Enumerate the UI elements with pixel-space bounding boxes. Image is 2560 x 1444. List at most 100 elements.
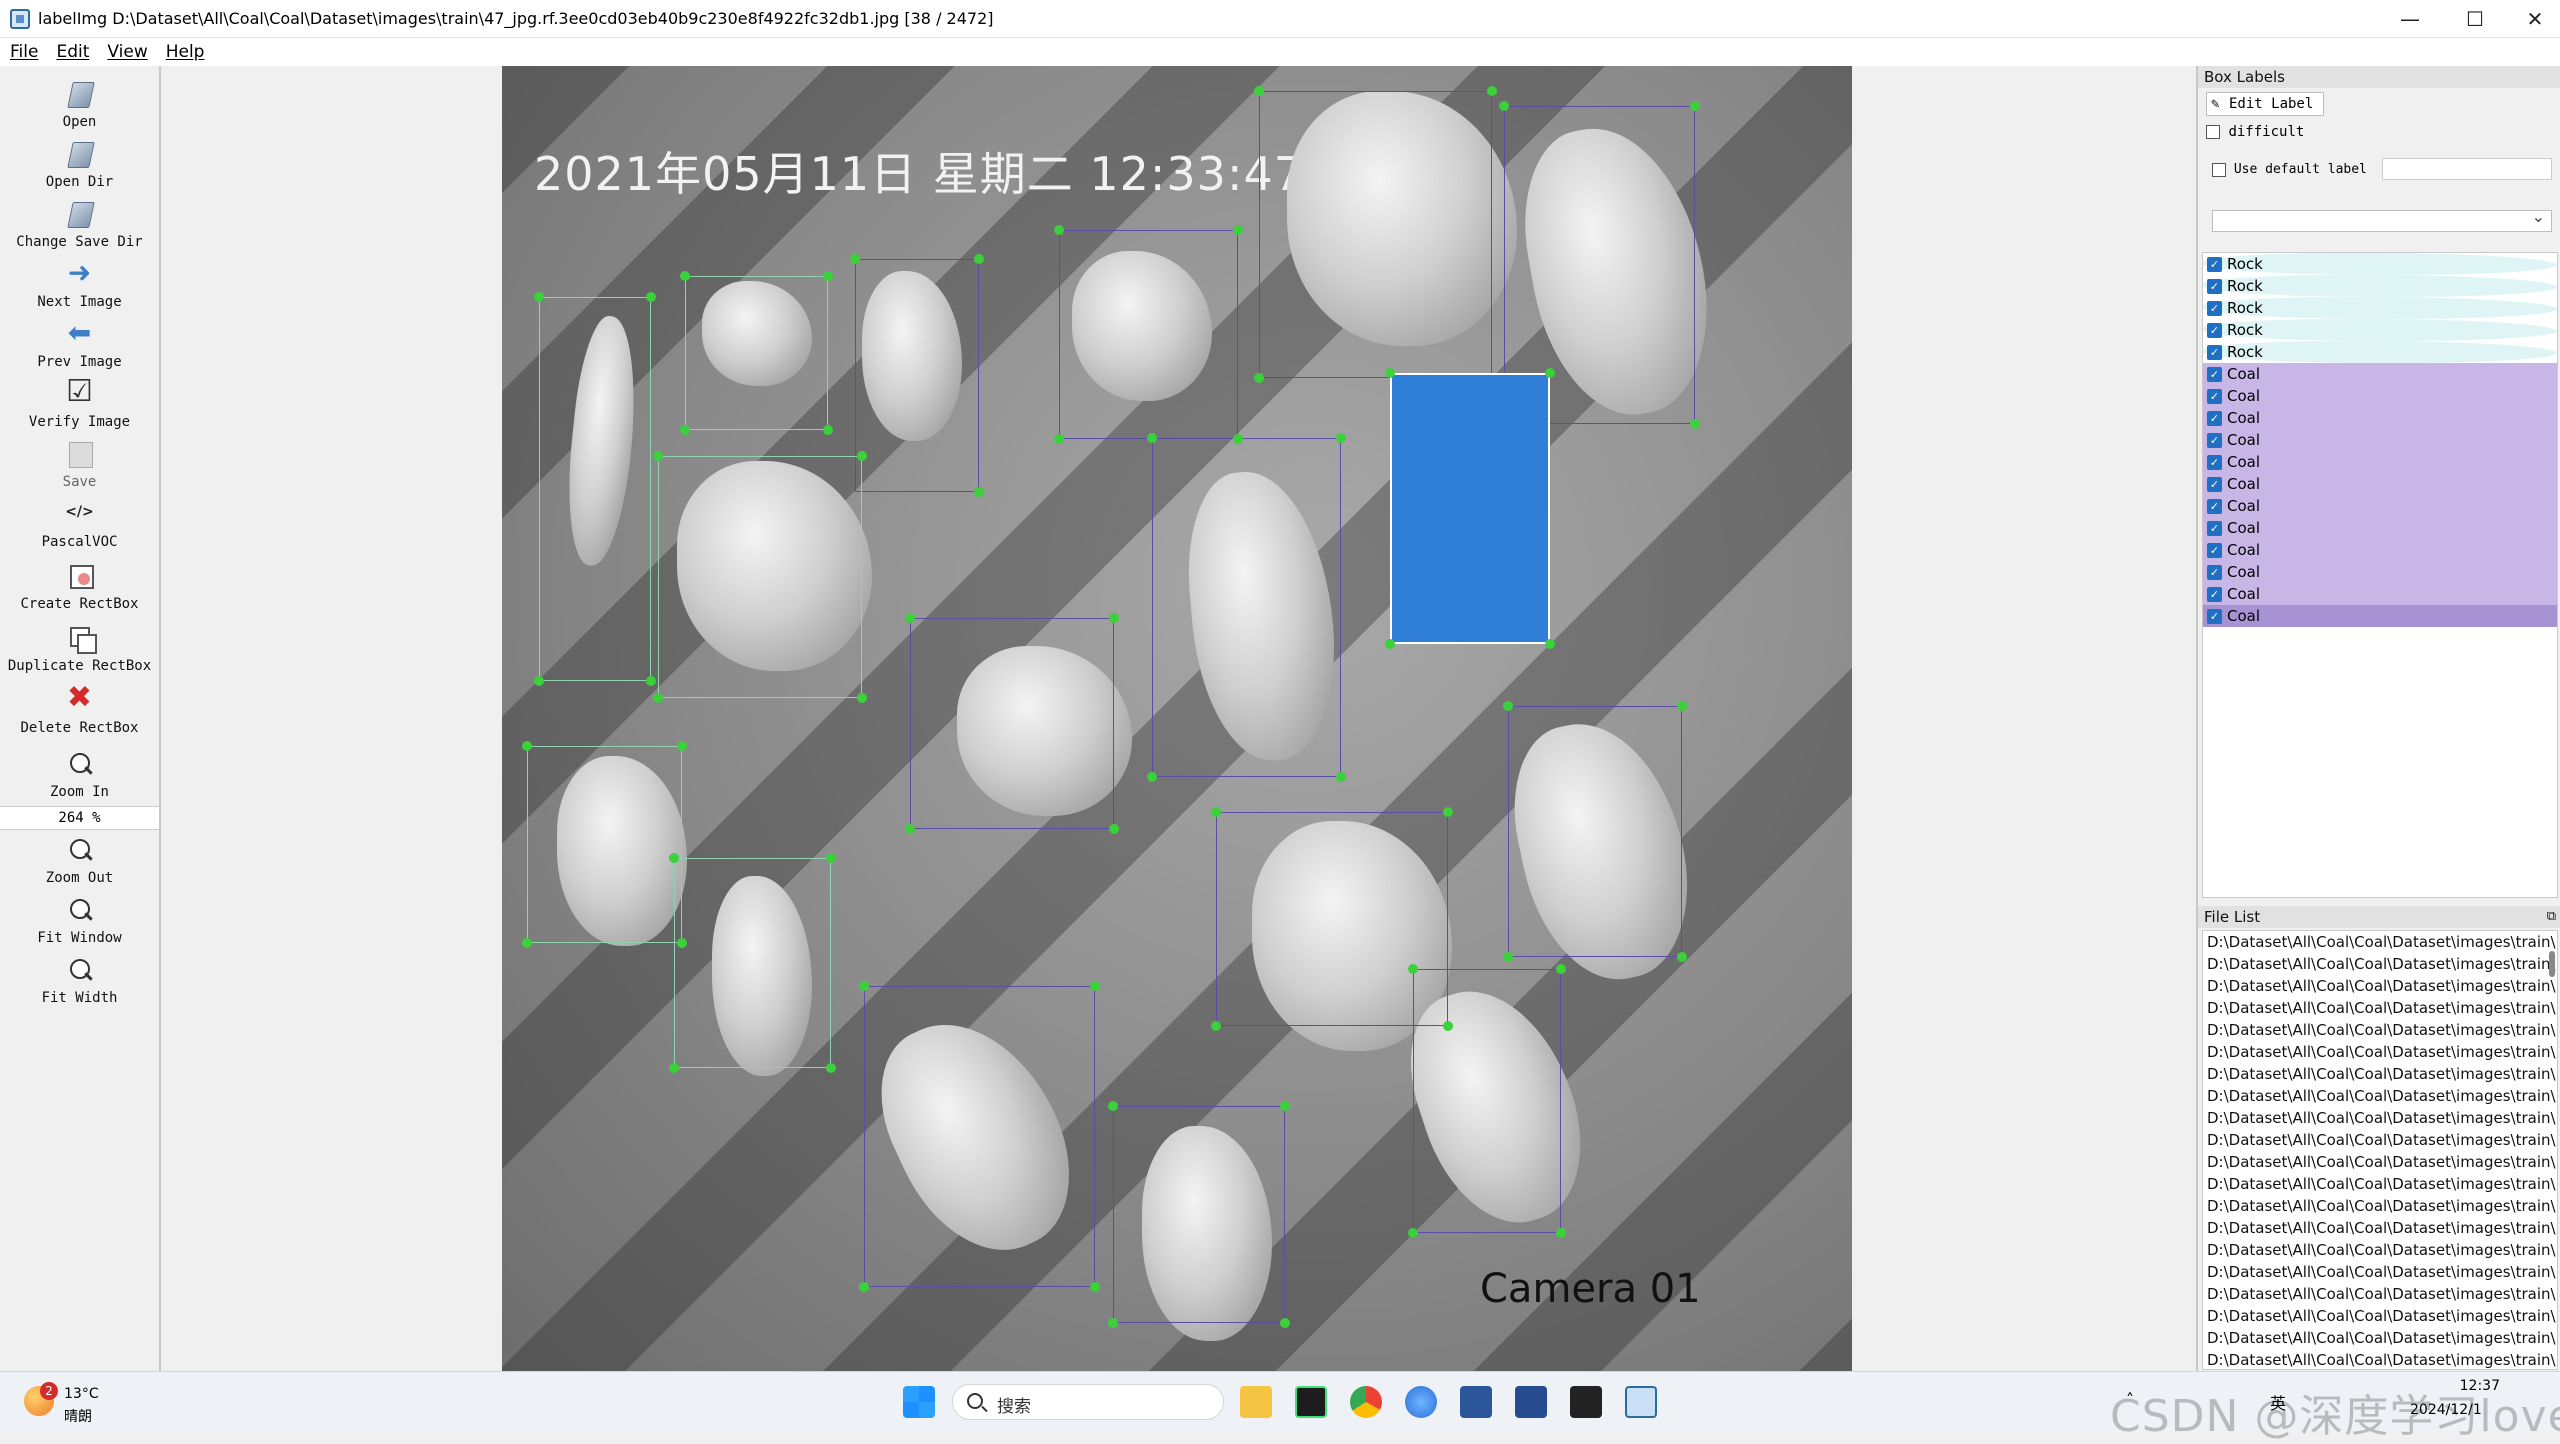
ime-indicator[interactable]: 英 xyxy=(2270,1390,2286,1414)
vertex-handle[interactable] xyxy=(1556,1228,1566,1238)
vertex-handle[interactable] xyxy=(653,693,663,703)
vertex-handle[interactable] xyxy=(1109,824,1119,834)
bbox-rock[interactable] xyxy=(658,456,862,698)
vertex-handle[interactable] xyxy=(1487,86,1497,96)
bbox-coal-selected[interactable] xyxy=(1390,373,1550,644)
format-toggle-button[interactable]: PascalVOC xyxy=(0,500,159,550)
label-list-item[interactable]: ✓ Coal xyxy=(2203,517,2557,539)
label-list-item[interactable]: ✓ Coal xyxy=(2203,385,2557,407)
vertex-handle[interactable] xyxy=(1280,1318,1290,1328)
checked-icon[interactable]: ✓ xyxy=(2207,499,2222,514)
checked-icon[interactable]: ✓ xyxy=(2207,301,2222,316)
vertex-handle[interactable] xyxy=(1211,807,1221,817)
label-list[interactable]: ✓ Rock ✓ Rock ✓ Rock ✓ Rock ✓ Rock ✓ Coal ✓ Coa… xyxy=(2202,252,2558,898)
clock-date[interactable]: 2024/12/1 xyxy=(2410,1402,2482,1418)
prev-image-button[interactable]: Prev Image xyxy=(0,316,159,370)
vertex-handle[interactable] xyxy=(859,981,869,991)
vertex-handle[interactable] xyxy=(1443,807,1453,817)
vertex-handle[interactable] xyxy=(823,271,833,281)
file-list[interactable]: D:\Dataset\All\Coal\Coal\Dataset\images\… xyxy=(2202,930,2558,1370)
vertex-handle[interactable] xyxy=(826,1063,836,1073)
label-list-item[interactable]: ✓ Coal xyxy=(2203,583,2557,605)
label-list-item[interactable]: ✓ Coal xyxy=(2203,407,2557,429)
vertex-handle[interactable] xyxy=(1109,613,1119,623)
label-list-item[interactable]: ✓ Coal xyxy=(2203,539,2557,561)
label-list-item-selected[interactable]: ✓ Coal xyxy=(2203,605,2557,627)
label-list-item[interactable]: ✓ Coal xyxy=(2203,429,2557,451)
vertex-handle[interactable] xyxy=(1233,434,1243,444)
use-default-label-checkbox[interactable] xyxy=(2212,162,2226,177)
file-list-item[interactable]: D:\Dataset\All\Coal\Coal\Dataset\images\… xyxy=(2203,1041,2557,1063)
vertex-handle[interactable] xyxy=(1054,434,1064,444)
clock-time[interactable]: 12:37 xyxy=(2440,1378,2500,1394)
label-list-item[interactable]: ✓ Coal xyxy=(2203,473,2557,495)
vertex-handle[interactable] xyxy=(1211,1021,1221,1031)
word-icon[interactable] xyxy=(1460,1386,1492,1418)
vertex-handle[interactable] xyxy=(1677,701,1687,711)
vertex-handle[interactable] xyxy=(1147,772,1157,782)
vertex-handle[interactable] xyxy=(1690,419,1700,429)
vertex-handle[interactable] xyxy=(1443,1021,1453,1031)
vertex-handle[interactable] xyxy=(1690,101,1700,111)
vertex-handle[interactable] xyxy=(1336,433,1346,443)
fit-window-button[interactable]: Fit Window xyxy=(0,896,159,946)
zoom-in-button[interactable]: Zoom In xyxy=(0,750,159,800)
vertex-handle[interactable] xyxy=(974,254,984,264)
menu-view[interactable]: View xyxy=(107,42,147,62)
bbox-coal[interactable] xyxy=(1413,969,1561,1233)
checked-icon[interactable]: ✓ xyxy=(2207,367,2222,382)
file-list-item[interactable]: D:\Dataset\All\Coal\Coal\Dataset\images\… xyxy=(2203,1195,2557,1217)
file-list-scrollbar[interactable] xyxy=(2549,951,2555,977)
label-list-item[interactable]: ✓ Rock xyxy=(2203,341,2557,363)
vertex-handle[interactable] xyxy=(522,938,532,948)
vertex-handle[interactable] xyxy=(857,693,867,703)
vertex-handle[interactable] xyxy=(677,938,687,948)
vertex-handle[interactable] xyxy=(653,451,663,461)
checked-icon[interactable]: ✓ xyxy=(2207,455,2222,470)
vertex-handle[interactable] xyxy=(1254,373,1264,383)
app-icon-2[interactable] xyxy=(1515,1386,1547,1418)
checked-icon[interactable]: ✓ xyxy=(2207,389,2222,404)
file-list-item[interactable]: D:\Dataset\All\Coal\Coal\Dataset\images\… xyxy=(2203,1349,2557,1369)
taskbar-search-box[interactable]: 搜索 xyxy=(952,1384,1224,1420)
file-list-item[interactable]: D:\Dataset\All\Coal\Coal\Dataset\images\… xyxy=(2203,953,2557,975)
menu-help[interactable]: Help xyxy=(166,42,205,62)
vertex-handle[interactable] xyxy=(1254,86,1264,96)
vertex-handle[interactable] xyxy=(1280,1101,1290,1111)
windows-start-icon[interactable] xyxy=(903,1386,935,1418)
difficult-checkbox[interactable] xyxy=(2206,125,2220,139)
undock-icon[interactable]: ⧉ xyxy=(2547,906,2556,928)
open-button[interactable]: Open xyxy=(0,80,159,130)
vertex-handle[interactable] xyxy=(1556,964,1566,974)
vertex-handle[interactable] xyxy=(1503,701,1513,711)
vertex-handle[interactable] xyxy=(974,487,984,497)
label-list-item[interactable]: ✓ Rock xyxy=(2203,275,2557,297)
checked-icon[interactable]: ✓ xyxy=(2207,411,2222,426)
use-default-label-row[interactable]: Use default label xyxy=(2212,162,2367,177)
checked-icon[interactable]: ✓ xyxy=(2207,587,2222,602)
bbox-coal[interactable] xyxy=(1259,91,1492,378)
vertex-handle[interactable] xyxy=(1408,1228,1418,1238)
vertex-handle[interactable] xyxy=(1545,368,1555,378)
file-list-item[interactable]: D:\Dataset\All\Coal\Coal\Dataset\images\… xyxy=(2203,975,2557,997)
checked-icon[interactable]: ✓ xyxy=(2207,521,2222,536)
file-list-item[interactable]: D:\Dataset\All\Coal\Coal\Dataset\images\… xyxy=(2203,1305,2557,1327)
vertex-handle[interactable] xyxy=(669,853,679,863)
vertex-handle[interactable] xyxy=(1336,772,1346,782)
default-label-input[interactable] xyxy=(2382,158,2552,180)
zoom-out-button[interactable]: Zoom Out xyxy=(0,836,159,886)
vertex-handle[interactable] xyxy=(680,271,690,281)
annotation-canvas[interactable]: 2021年05月11日 星期二 12:33:47 Camera 01 xyxy=(163,66,2194,1371)
vertex-handle[interactable] xyxy=(1147,433,1157,443)
label-list-item[interactable]: ✓ Coal xyxy=(2203,561,2557,583)
difficult-checkbox-row[interactable]: difficult xyxy=(2206,124,2304,140)
checked-icon[interactable]: ✓ xyxy=(2207,609,2222,624)
menu-file[interactable]: File xyxy=(10,42,38,62)
bbox-coal[interactable] xyxy=(1059,230,1238,439)
label-list-item[interactable]: ✓ Rock xyxy=(2203,319,2557,341)
next-image-button[interactable]: Next Image xyxy=(0,256,159,310)
vertex-handle[interactable] xyxy=(850,254,860,264)
checked-icon[interactable]: ✓ xyxy=(2207,477,2222,492)
vertex-handle[interactable] xyxy=(905,824,915,834)
vertex-handle[interactable] xyxy=(1385,639,1395,649)
